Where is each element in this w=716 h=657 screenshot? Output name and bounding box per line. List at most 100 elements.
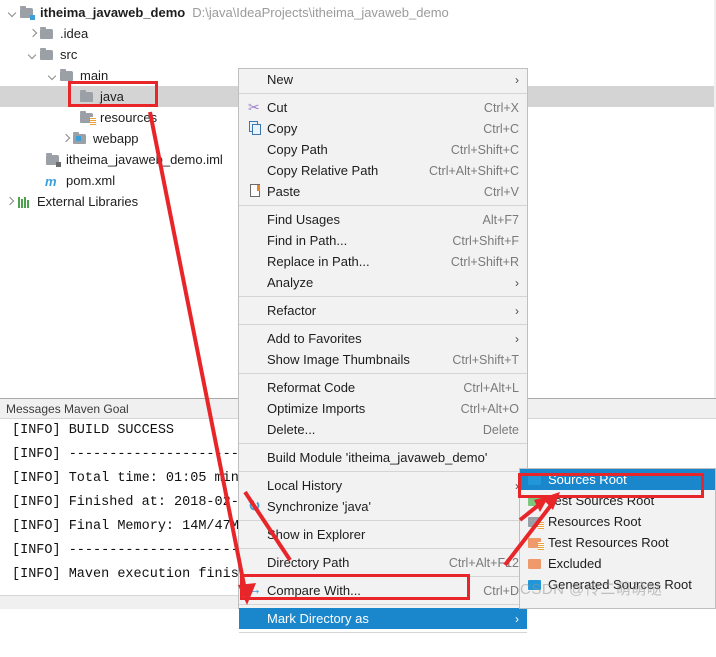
menu-item-find-in-path[interactable]: Find in Path... Ctrl+Shift+F xyxy=(239,230,527,251)
libraries-icon xyxy=(16,195,32,209)
menu-item-local-history[interactable]: Local History › xyxy=(239,475,527,496)
submenu-arrow-icon: › xyxy=(515,331,519,346)
no-icon xyxy=(247,422,267,438)
menu-separator xyxy=(239,471,527,472)
maven-file-icon: m xyxy=(45,173,57,189)
no-icon xyxy=(247,527,267,543)
tree-item-label: External Libraries xyxy=(37,194,139,209)
menu-separator xyxy=(239,443,527,444)
no-icon xyxy=(247,611,267,627)
submenu-item-test-sources-root[interactable]: Test Sources Root xyxy=(520,490,715,511)
submenu-item-resources-root[interactable]: Resources Root xyxy=(520,511,715,532)
menu-item-new[interactable]: New › xyxy=(239,69,527,90)
no-icon xyxy=(247,450,267,466)
menu-item-cut[interactable]: Cut Ctrl+X xyxy=(239,97,527,118)
submenu-item-excluded[interactable]: Excluded xyxy=(520,553,715,574)
no-icon xyxy=(247,163,267,179)
menu-item-mark-directory-as[interactable]: Mark Directory as › xyxy=(239,608,527,629)
mark-directory-as-submenu[interactable]: Sources Root Test Sources Root Resources… xyxy=(519,468,716,609)
tree-item-label: pom.xml xyxy=(66,173,116,188)
menu-separator xyxy=(239,576,527,577)
sync-icon xyxy=(247,497,267,515)
menu-separator xyxy=(239,296,527,297)
chevron-right-icon[interactable] xyxy=(59,132,72,145)
tree-row-idea[interactable]: .idea xyxy=(0,23,716,44)
menu-item-show-image-thumbnails[interactable]: Show Image Thumbnails Ctrl+Shift+T xyxy=(239,349,527,370)
no-icon xyxy=(247,639,267,655)
menu-item-optimize-imports[interactable]: Optimize Imports Ctrl+Alt+O xyxy=(239,398,527,419)
submenu-arrow-icon: › xyxy=(515,478,519,493)
submenu-item-test-resources-root[interactable]: Test Resources Root xyxy=(520,532,715,553)
module-folder-icon xyxy=(19,5,35,20)
menu-item-build-module[interactable]: Build Module 'itheima_javaweb_demo' xyxy=(239,447,527,468)
tree-item-label: main xyxy=(80,68,109,83)
tree-row-src[interactable]: src xyxy=(0,44,716,65)
chevron-right-icon[interactable] xyxy=(3,195,16,208)
submenu-arrow-icon: › xyxy=(515,611,519,626)
chevron-down-icon[interactable] xyxy=(6,6,19,19)
cut-icon xyxy=(247,99,267,116)
menu-item-analyze[interactable]: Analyze › xyxy=(239,272,527,293)
test-resources-root-folder-icon xyxy=(526,536,548,550)
no-icon xyxy=(247,401,267,417)
folder-icon xyxy=(79,89,95,104)
no-icon xyxy=(247,303,267,319)
menu-item-delete[interactable]: Delete... Delete xyxy=(239,419,527,440)
menu-item-partial[interactable] xyxy=(239,636,527,657)
tree-item-label: webapp xyxy=(93,131,139,146)
tree-item-label: .idea xyxy=(60,26,89,41)
context-menu[interactable]: New › Cut Ctrl+X Copy Ctrl+C Copy Path C… xyxy=(238,68,528,633)
no-icon xyxy=(247,233,267,249)
menu-item-show-in-explorer[interactable]: Show in Explorer xyxy=(239,524,527,545)
paste-icon xyxy=(247,183,267,200)
menu-item-replace-in-path[interactable]: Replace in Path... Ctrl+Shift+R xyxy=(239,251,527,272)
chevron-down-icon[interactable] xyxy=(26,48,39,61)
no-icon xyxy=(247,72,267,88)
folder-icon xyxy=(39,26,55,41)
menu-item-directory-path[interactable]: Directory Path Ctrl+Alt+F12 xyxy=(239,552,527,573)
submenu-arrow-icon: › xyxy=(515,72,519,87)
menu-separator xyxy=(239,373,527,374)
tree-item-label: src xyxy=(60,47,78,62)
compare-icon xyxy=(247,581,267,599)
tree-root-label: itheima_javaweb_demo xyxy=(40,5,186,20)
menu-item-reformat-code[interactable]: Reformat Code Ctrl+Alt+L xyxy=(239,377,527,398)
menu-item-compare-with[interactable]: Compare With... Ctrl+D xyxy=(239,580,527,601)
tree-item-label: itheima_javaweb_demo.iml xyxy=(66,152,223,167)
no-icon xyxy=(247,275,267,291)
excluded-folder-icon xyxy=(526,557,548,571)
menu-item-add-to-favorites[interactable]: Add to Favorites › xyxy=(239,328,527,349)
menu-item-refactor[interactable]: Refactor › xyxy=(239,300,527,321)
resources-folder-icon xyxy=(79,110,96,125)
generated-sources-root-folder-icon xyxy=(526,578,548,592)
submenu-arrow-icon: › xyxy=(515,275,519,290)
menu-item-copy[interactable]: Copy Ctrl+C xyxy=(239,118,527,139)
chevron-right-icon[interactable] xyxy=(26,27,39,40)
submenu-arrow-icon: › xyxy=(515,303,519,318)
no-icon xyxy=(247,352,267,368)
menu-separator xyxy=(239,324,527,325)
menu-item-copy-relative-path[interactable]: Copy Relative Path Ctrl+Alt+Shift+C xyxy=(239,160,527,181)
menu-item-paste[interactable]: Paste Ctrl+V xyxy=(239,181,527,202)
no-icon xyxy=(247,380,267,396)
test-sources-root-folder-icon xyxy=(526,494,548,508)
menu-separator xyxy=(239,93,527,94)
submenu-item-generated-sources-root[interactable]: Generated Sources Root xyxy=(520,574,715,595)
tree-row-root[interactable]: itheima_javaweb_demo D:\java\IdeaProject… xyxy=(0,2,716,23)
menu-separator xyxy=(239,604,527,605)
menu-item-synchronize[interactable]: Synchronize 'java' xyxy=(239,496,527,517)
menu-separator xyxy=(239,548,527,549)
webapp-folder-icon xyxy=(72,131,88,146)
chevron-down-icon[interactable] xyxy=(46,69,59,82)
submenu-item-sources-root[interactable]: Sources Root xyxy=(520,469,715,490)
no-icon xyxy=(247,212,267,228)
menu-item-copy-path[interactable]: Copy Path Ctrl+Shift+C xyxy=(239,139,527,160)
sources-root-folder-icon xyxy=(526,473,548,487)
no-icon xyxy=(247,142,267,158)
no-icon xyxy=(247,254,267,270)
menu-item-find-usages[interactable]: Find Usages Alt+F7 xyxy=(239,209,527,230)
menu-separator xyxy=(239,632,527,633)
copy-icon xyxy=(247,120,267,137)
folder-icon xyxy=(59,68,75,83)
iml-file-icon xyxy=(45,152,61,167)
